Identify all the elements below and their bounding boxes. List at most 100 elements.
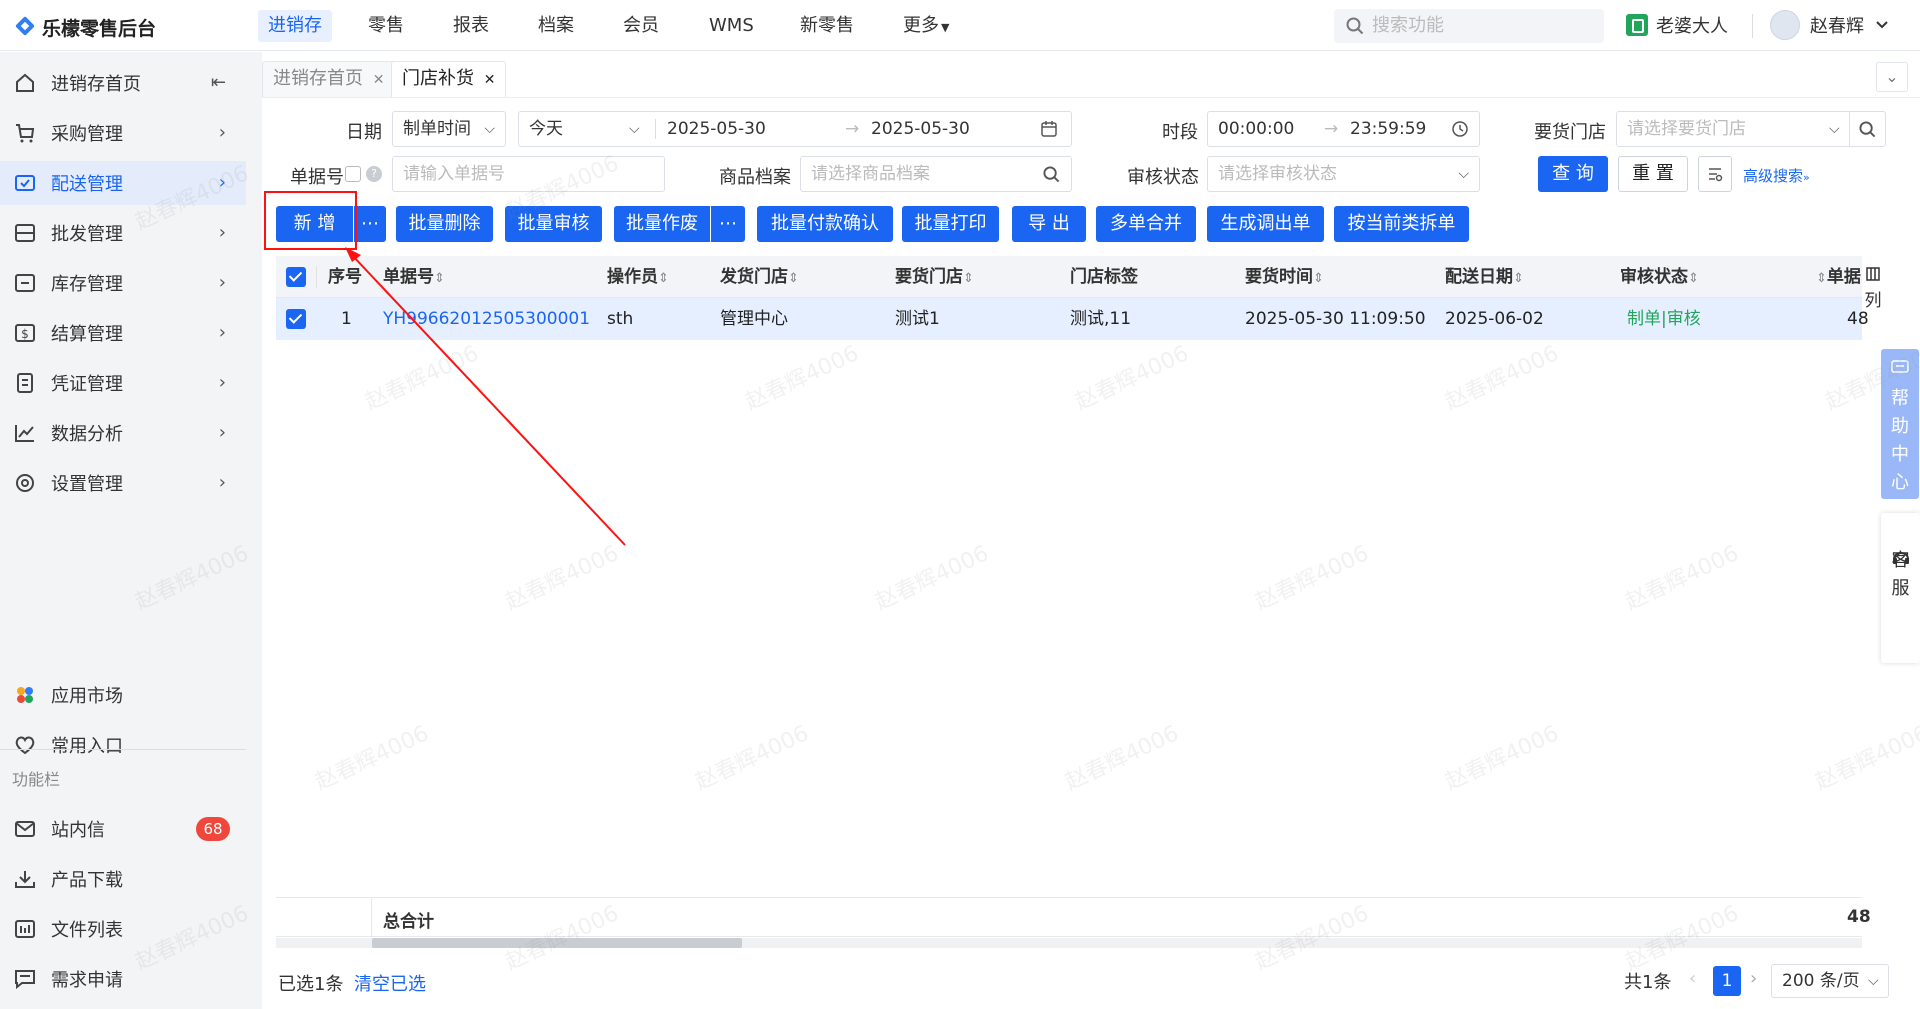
sidebar-item-wholesale[interactable]: 批发管理 › [0, 211, 246, 255]
add-more-button[interactable]: ⋯ [354, 206, 386, 242]
sidebar-item-home[interactable]: 进销存首页 ⇤ [0, 61, 246, 105]
date-range-picker[interactable]: 今天 ⌵ 2025-05-30 → 2025-05-30 [518, 111, 1072, 147]
sidebar-item-purchase[interactable]: 采购管理 › [0, 111, 246, 155]
add-button[interactable]: 新 增 [276, 206, 353, 242]
page-1[interactable]: 1 [1713, 966, 1741, 996]
sidebar-tool-messages[interactable]: 站内信 68 [0, 807, 246, 851]
select-all-checkbox[interactable] [286, 267, 306, 287]
cell-doc-no-link[interactable]: YH99662012505300001 [383, 298, 590, 340]
goods-select[interactable]: 请选择商品档案 [800, 156, 1072, 192]
col-req-store[interactable]: 要货门店⇕ [895, 256, 974, 298]
col-doc-no[interactable]: 单据号⇕ [383, 256, 445, 298]
date-end[interactable]: 2025-05-30 [871, 112, 970, 146]
batch-audit-button[interactable]: 批量审核 [505, 206, 602, 242]
topnav-new-retail[interactable]: 新零售 [790, 10, 864, 42]
chevron-down-icon: ⌄ [1885, 67, 1899, 86]
batch-void-button[interactable]: 批量作废 [614, 206, 710, 242]
time-end[interactable]: 23:59:59 [1350, 112, 1426, 146]
time-start[interactable]: 00:00:00 [1218, 119, 1294, 139]
sidebar-tool-request[interactable]: 需求申请 [0, 957, 246, 1001]
col-req-time[interactable]: 要货时间⇕ [1245, 256, 1324, 298]
list-settings-icon [1709, 168, 1723, 182]
topnav-inventory[interactable]: 进销存 [258, 10, 332, 42]
tabs-menu-button[interactable]: ⌄ [1876, 62, 1908, 92]
col-delivery-date[interactable]: 配送日期⇕ [1445, 256, 1524, 298]
sidebar-item-settlement[interactable]: $ 结算管理 › [0, 311, 246, 355]
user-menu[interactable]: 赵春辉 [1770, 10, 1890, 40]
topnav-report[interactable]: 报表 [443, 10, 499, 42]
sidebar-tool-files[interactable]: 文件列表 [0, 907, 246, 951]
collapse-sidebar-icon[interactable]: ⇤ [211, 72, 226, 93]
batch-print-button[interactable]: 批量打印 [902, 206, 999, 242]
customer-service-button[interactable]: 客服 [1881, 513, 1920, 663]
search-icon[interactable] [1859, 121, 1876, 138]
close-icon[interactable]: ✕ [373, 72, 385, 88]
close-icon[interactable]: ✕ [484, 72, 496, 88]
export-button[interactable]: 导 出 [1012, 206, 1086, 242]
store-select[interactable]: 请选择要货门店 ⌵ [1616, 111, 1886, 147]
next-page-icon[interactable]: › [1750, 968, 1757, 989]
batch-void-more-button[interactable]: ⋯ [711, 206, 745, 242]
chevron-down-icon: ⌵ [629, 121, 640, 137]
batch-payment-confirm-button[interactable]: 批量付款确认 [757, 206, 893, 242]
sidebar-app-market[interactable]: 应用市场 [0, 673, 246, 717]
search-icon[interactable] [1043, 166, 1060, 183]
chevron-right-icon: › [218, 272, 226, 293]
tab-store-replenish[interactable]: 门店补货 ✕ [391, 61, 507, 97]
reset-button[interactable]: 重 置 [1618, 156, 1688, 192]
col-ship-store[interactable]: 发货门店⇕ [720, 256, 799, 298]
col-operator[interactable]: 操作员⇕ [607, 256, 669, 298]
sidebar-item-distribution[interactable]: 配送管理 › [0, 161, 246, 205]
clear-selection-link[interactable]: 清空已选 [354, 970, 426, 996]
section-title: 功能栏 [12, 770, 61, 789]
shop-switcher[interactable]: 老婆大人 [1626, 12, 1728, 38]
sidebar-tool-download[interactable]: 产品下载 [0, 857, 246, 901]
topnav-more[interactable]: 更多 ▼ [893, 10, 959, 42]
table-row[interactable]: 1 YH99662012505300001 sth 管理中心 测试1 测试,11… [276, 298, 1869, 340]
sidebar-favorites[interactable]: 常用入口 [0, 723, 246, 767]
audit-select[interactable]: 请选择审核状态 ⌵ [1207, 156, 1480, 192]
sidebar-item-analytics[interactable]: 数据分析 › [0, 411, 246, 455]
horizontal-scrollbar[interactable] [276, 938, 1862, 948]
sidebar-item-voucher[interactable]: 凭证管理 › [0, 361, 246, 405]
generate-transfer-button[interactable]: 生成调出单 [1207, 206, 1324, 242]
col-audit-status[interactable]: 审核状态⇕ [1620, 256, 1699, 298]
sidebar-item-label: 产品下载 [51, 870, 123, 891]
column-settings-button[interactable]: 列 [1862, 266, 1884, 311]
help-icon[interactable]: ? [366, 166, 382, 182]
prev-page-icon[interactable]: ‹ [1689, 968, 1696, 989]
page-size-select[interactable]: 200 条/页 ⌵ [1771, 964, 1889, 998]
chevron-down-icon: ⌵ [1868, 973, 1879, 989]
date-type-select[interactable]: 制单时间 ⌵ [392, 111, 506, 147]
row-checkbox[interactable] [286, 309, 306, 329]
filter-settings-button[interactable] [1698, 156, 1732, 192]
merge-orders-button[interactable]: 多单合并 [1096, 206, 1196, 242]
tab-inventory-home[interactable]: 进销存首页 ✕ [262, 61, 396, 97]
search-input[interactable]: 搜索功能 [1334, 9, 1604, 43]
divider [1752, 14, 1753, 38]
help-center-button[interactable]: 帮助中心 [1881, 349, 1919, 499]
topnav-member[interactable]: 会员 [613, 10, 669, 42]
docno-checkbox[interactable] [345, 166, 361, 182]
query-button[interactable]: 查 询 [1538, 156, 1608, 192]
sidebar-item-inventory[interactable]: 库存管理 › [0, 261, 246, 305]
topnav-wms[interactable]: WMS [699, 10, 764, 42]
batch-delete-button[interactable]: 批量删除 [396, 206, 493, 242]
topnav-archive[interactable]: 档案 [528, 10, 584, 42]
caret-down-icon: ▼ [941, 21, 950, 34]
tab-label: 门店补货 [402, 68, 474, 89]
docno-input[interactable]: 请输入单据号 [392, 156, 665, 192]
topnav-retail[interactable]: 零售 [358, 10, 414, 42]
advanced-search-link[interactable]: 高级搜索» [1743, 165, 1810, 186]
app-logo[interactable]: 乐檬零售后台 [14, 14, 156, 41]
date-start[interactable]: 2025-05-30 [667, 112, 766, 146]
col-amount[interactable]: ⇕单据 [1816, 256, 1861, 298]
logo-icon [14, 17, 36, 39]
split-by-category-button[interactable]: 按当前类拆单 [1334, 206, 1469, 242]
file-list-icon [15, 920, 35, 938]
time-range-picker[interactable]: 00:00:00 → 23:59:59 [1207, 111, 1480, 147]
sidebar-item-settings[interactable]: 设置管理 › [0, 461, 246, 505]
cell-delivery-date: 2025-06-02 [1445, 309, 1544, 329]
total-amount: 48 [1847, 907, 1871, 927]
scrollbar-thumb[interactable] [372, 938, 742, 948]
